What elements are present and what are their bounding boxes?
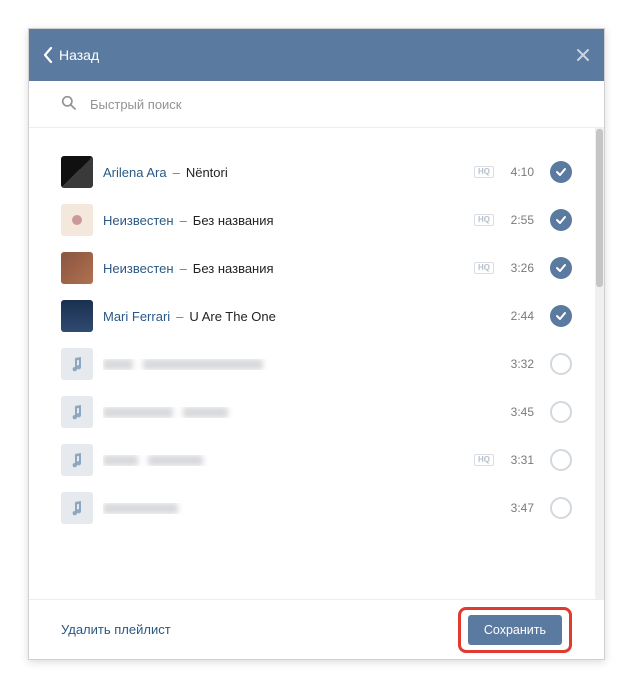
- track-duration: 3:45: [504, 405, 534, 419]
- track-artist[interactable]: Arilena Ara: [103, 165, 167, 180]
- back-button[interactable]: Назад: [43, 47, 99, 63]
- track-list: Arilena Ara–NëntoriHQ4:10Неизвестен–Без …: [29, 128, 604, 532]
- check-icon: [555, 214, 567, 226]
- track-title-blurred: [183, 407, 228, 418]
- hq-badge: HQ: [474, 262, 494, 274]
- track-title: Nëntori: [186, 165, 228, 180]
- search-row: [29, 81, 604, 128]
- playlist-edit-modal: Назад Arilena Ara–NëntoriHQ4:10Неизвесте…: [28, 28, 605, 660]
- track-select-toggle[interactable]: [550, 449, 572, 471]
- back-label: Назад: [59, 47, 99, 63]
- music-note-icon: [69, 356, 85, 372]
- track-select-toggle[interactable]: [550, 497, 572, 519]
- modal-footer: Удалить плейлист Сохранить: [29, 599, 604, 659]
- track-thumbnail: [61, 156, 93, 188]
- music-note-icon: [69, 404, 85, 420]
- delete-playlist-link[interactable]: Удалить плейлист: [61, 622, 171, 637]
- track-row[interactable]: Неизвестен–Без названияHQ2:55: [29, 196, 604, 244]
- track-meta: Неизвестен–Без названия: [103, 261, 474, 276]
- track-meta: [103, 359, 504, 370]
- close-icon: [576, 48, 590, 62]
- track-select-toggle[interactable]: [550, 209, 572, 231]
- track-title: Без названия: [193, 213, 274, 228]
- track-artist-blurred: [103, 407, 173, 418]
- music-note-icon: [69, 500, 85, 516]
- track-row[interactable]: 3:47: [29, 484, 604, 532]
- track-thumbnail: [61, 204, 93, 236]
- track-meta: [103, 407, 504, 418]
- track-duration: 2:55: [504, 213, 534, 227]
- track-thumbnail: [61, 444, 93, 476]
- track-artist[interactable]: Mari Ferrari: [103, 309, 170, 324]
- save-button[interactable]: Сохранить: [468, 615, 562, 645]
- save-highlight: Сохранить: [458, 607, 572, 653]
- track-duration: 4:10: [504, 165, 534, 179]
- chevron-left-icon: [43, 47, 53, 63]
- track-row[interactable]: 3:32: [29, 340, 604, 388]
- search-input[interactable]: [90, 97, 572, 112]
- track-list-wrap: Arilena Ara–NëntoriHQ4:10Неизвестен–Без …: [29, 128, 604, 599]
- separator: –: [173, 165, 180, 180]
- separator: –: [180, 261, 187, 276]
- track-select-toggle[interactable]: [550, 353, 572, 375]
- check-icon: [555, 166, 567, 178]
- hq-badge: HQ: [474, 454, 494, 466]
- track-artist-blurred: [103, 503, 178, 514]
- track-duration: 3:26: [504, 261, 534, 275]
- scroll-thumb[interactable]: [596, 129, 603, 287]
- track-duration: 2:44: [504, 309, 534, 323]
- track-meta: Arilena Ara–Nëntori: [103, 165, 474, 180]
- track-thumbnail: [61, 348, 93, 380]
- separator: –: [180, 213, 187, 228]
- track-row[interactable]: 3:45: [29, 388, 604, 436]
- track-thumbnail: [61, 252, 93, 284]
- track-select-toggle[interactable]: [550, 161, 572, 183]
- track-thumbnail: [61, 492, 93, 524]
- music-note-icon: [69, 452, 85, 468]
- track-thumbnail: [61, 396, 93, 428]
- track-artist-blurred: [103, 359, 133, 370]
- hq-badge: HQ: [474, 166, 494, 178]
- scrollbar[interactable]: [595, 128, 604, 599]
- track-meta: [103, 455, 474, 466]
- separator: –: [176, 309, 183, 324]
- track-row[interactable]: HQ 3:31: [29, 436, 604, 484]
- track-row[interactable]: Неизвестен–Без названияHQ3:26: [29, 244, 604, 292]
- track-title-blurred: [143, 359, 263, 370]
- close-button[interactable]: [576, 48, 590, 62]
- track-artist[interactable]: Неизвестен: [103, 213, 174, 228]
- modal-header: Назад: [29, 29, 604, 81]
- track-thumbnail: [61, 300, 93, 332]
- track-select-toggle[interactable]: [550, 401, 572, 423]
- track-meta: [103, 503, 504, 514]
- track-duration: 3:31: [504, 453, 534, 467]
- track-title: U Are The One: [189, 309, 275, 324]
- track-artist-blurred: [103, 455, 138, 466]
- track-row[interactable]: Arilena Ara–NëntoriHQ4:10: [29, 148, 604, 196]
- track-artist[interactable]: Неизвестен: [103, 261, 174, 276]
- track-select-toggle[interactable]: [550, 305, 572, 327]
- track-title-blurred: [148, 455, 203, 466]
- track-title: Без названия: [193, 261, 274, 276]
- track-meta: Неизвестен–Без названия: [103, 213, 474, 228]
- track-duration: 3:32: [504, 357, 534, 371]
- track-row[interactable]: Mari Ferrari–U Are The One2:44: [29, 292, 604, 340]
- track-meta: Mari Ferrari–U Are The One: [103, 309, 504, 324]
- hq-badge: HQ: [474, 214, 494, 226]
- track-duration: 3:47: [504, 501, 534, 515]
- track-select-toggle[interactable]: [550, 257, 572, 279]
- check-icon: [555, 262, 567, 274]
- search-icon: [61, 95, 76, 113]
- check-icon: [555, 310, 567, 322]
